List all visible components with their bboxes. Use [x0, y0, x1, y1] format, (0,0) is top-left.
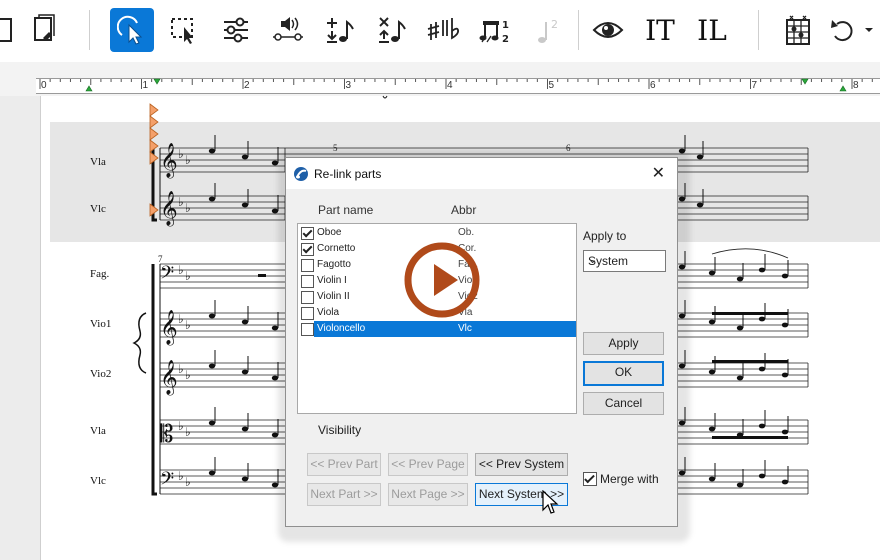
svg-text:♭: ♭ [185, 475, 191, 489]
play-video-icon[interactable] [402, 240, 482, 320]
apply-to-select[interactable]: System ⌄ [583, 250, 666, 272]
relink-parts-dialog: Re-link parts ✕ Part name Abbr Oboe Ob. … [285, 157, 678, 527]
instrument-label-bassoon: Fag. [90, 268, 110, 280]
chevron-down-icon: ⌄ [588, 254, 598, 266]
instrument-label-viola: Vla [90, 425, 106, 437]
svg-text:𝄞: 𝄞 [160, 360, 178, 396]
next-page-button[interactable]: Next Page >> [388, 483, 468, 506]
prev-part-button[interactable]: << Prev Part [307, 453, 381, 476]
instrument-label-viola: Vla [90, 156, 106, 168]
svg-text:♭: ♭ [185, 153, 191, 167]
ok-button[interactable]: OK [583, 361, 664, 386]
part-checkbox[interactable] [301, 275, 314, 288]
prev-system-button[interactable]: << Prev System [475, 453, 568, 476]
svg-text:♭: ♭ [185, 318, 191, 332]
apply-to-label: Apply to [583, 229, 627, 243]
part-checkbox[interactable] [301, 227, 314, 240]
mouse-cursor-icon [542, 490, 559, 514]
svg-text:♭: ♭ [178, 469, 184, 483]
visibility-label: Visibility [318, 423, 362, 437]
dialog-title: Re-link parts [314, 167, 382, 181]
svg-text:♭: ♭ [185, 425, 191, 439]
part-checkbox[interactable] [301, 323, 314, 336]
svg-text:♭: ♭ [178, 195, 184, 209]
svg-text:𝄞: 𝄞 [160, 310, 178, 346]
part-checkbox[interactable] [301, 243, 314, 256]
svg-text:♭: ♭ [185, 368, 191, 382]
svg-text:♭: ♭ [178, 147, 184, 161]
instrument-label-cello: Vlc [90, 203, 106, 215]
svg-text:♭: ♭ [185, 269, 191, 283]
instrument-label-cello: Vlc [90, 475, 106, 487]
next-part-button[interactable]: Next Part >> [307, 483, 381, 506]
instrument-label-violin1: Vio1 [90, 318, 112, 330]
svg-text:♭: ♭ [178, 362, 184, 376]
dialog-title-bar[interactable]: Re-link parts ✕ [286, 158, 677, 189]
app-logo-icon [294, 167, 308, 181]
svg-text:𝄞: 𝄞 [160, 191, 178, 227]
prev-page-button[interactable]: << Prev Page [388, 453, 468, 476]
part-checkbox[interactable] [301, 259, 314, 272]
close-icon[interactable]: ✕ [652, 163, 665, 183]
merge-with-checkbox[interactable] [583, 472, 597, 486]
col-header-part-name: Part name [318, 203, 374, 217]
svg-text:𝄞: 𝄞 [160, 143, 178, 179]
part-checkbox[interactable] [301, 307, 314, 320]
part-checkbox[interactable] [301, 291, 314, 304]
list-item-selected[interactable]: Violoncello Vlc [298, 321, 576, 337]
merge-with-label: Merge with [600, 472, 659, 486]
svg-text:♭: ♭ [178, 263, 184, 277]
measure-number: 7 [158, 254, 163, 264]
svg-text:𝄡: 𝄡 [160, 420, 173, 448]
svg-text:𝄢: 𝄢 [160, 469, 174, 494]
svg-text:𝄢: 𝄢 [160, 263, 174, 288]
apply-button[interactable]: Apply [583, 332, 664, 355]
svg-text:♭: ♭ [178, 419, 184, 433]
list-item[interactable]: Oboe Ob. [298, 225, 576, 241]
instrument-label-violin2: Vio2 [90, 368, 112, 380]
cancel-button[interactable]: Cancel [583, 392, 664, 415]
svg-text:♭: ♭ [185, 201, 191, 215]
svg-text:♭: ♭ [178, 312, 184, 326]
col-header-abbr: Abbr [451, 203, 477, 217]
